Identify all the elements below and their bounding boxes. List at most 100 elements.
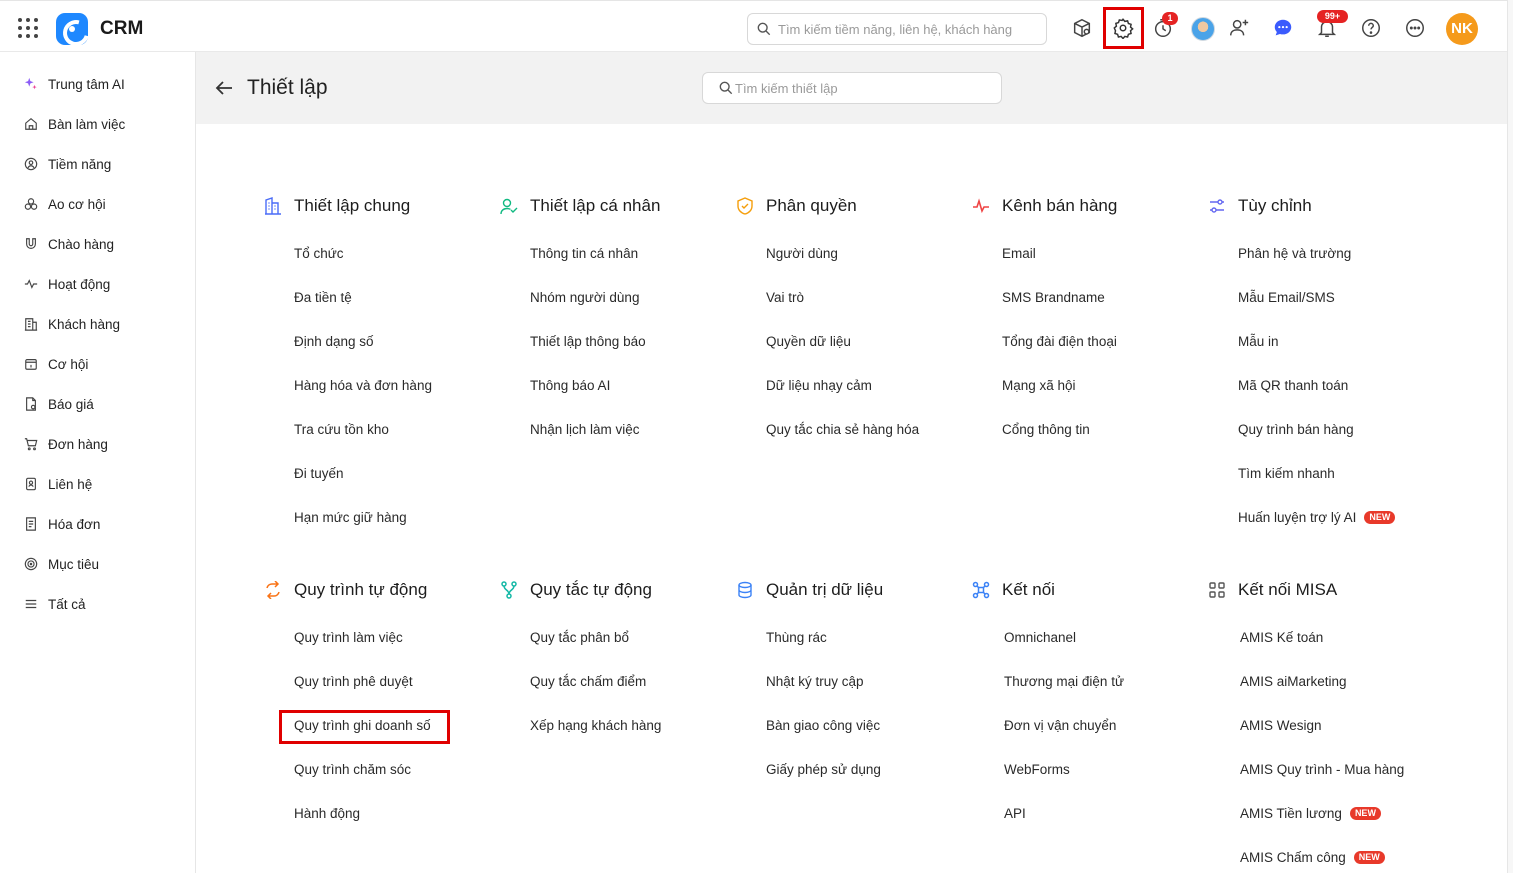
back-arrow-icon[interactable] bbox=[214, 78, 234, 98]
package-icon[interactable] bbox=[1071, 17, 1093, 39]
setting-link-notification-settings[interactable]: Thiết lập thông báo bbox=[530, 332, 646, 352]
sidebar-item-orders[interactable]: Đơn hàng bbox=[24, 432, 184, 456]
menu-icon bbox=[24, 597, 38, 611]
setting-link-ai-assistant-training[interactable]: Huấn luyện trợ lý AI NEW bbox=[1238, 508, 1396, 528]
setting-link-sensitive-data[interactable]: Dữ liệu nhạy cảm bbox=[766, 376, 872, 396]
sidebar-item-goals[interactable]: Mục tiêu bbox=[24, 552, 184, 576]
setting-link-routes[interactable]: Đi tuyến bbox=[294, 464, 344, 484]
sidebar-item-label: Đơn hàng bbox=[48, 436, 108, 452]
setting-link-sms-brandname[interactable]: SMS Brandname bbox=[1002, 288, 1105, 308]
lead-icon bbox=[24, 157, 38, 171]
setting-link-amis-aimarketing[interactable]: AMIS aiMarketing bbox=[1240, 672, 1347, 692]
section-customization: Tùy chỉnh Phân hệ và trường Mẫu Email/SM… bbox=[1208, 194, 1438, 534]
setting-link-product-sharing-rules[interactable]: Quy tắc chia sẻ hàng hóa bbox=[766, 420, 919, 440]
setting-link-amis-payroll[interactable]: AMIS Tiền lương NEW bbox=[1240, 804, 1381, 824]
new-badge: NEW bbox=[1349, 807, 1381, 820]
sidebar-item-label: Báo giá bbox=[48, 396, 94, 412]
setting-link-stock-hold-limit[interactable]: Hạn mức giữ hàng bbox=[294, 508, 407, 528]
setting-link-work-handover[interactable]: Bàn giao công việc bbox=[766, 716, 880, 736]
top-bar: CRM 1 99+ NK bbox=[0, 0, 1507, 52]
add-user-icon[interactable] bbox=[1228, 17, 1250, 39]
sidebar-item-opportunities[interactable]: Cơ hội bbox=[24, 352, 184, 376]
repeat-icon bbox=[264, 581, 282, 599]
setting-link-access-log[interactable]: Nhật ký truy cập bbox=[766, 672, 864, 692]
setting-link-amis-process-purchasing[interactable]: AMIS Quy trình - Mua hàng bbox=[1240, 760, 1404, 780]
setting-link-shipping-carriers[interactable]: Đơn vị vận chuyển bbox=[1004, 716, 1116, 736]
crm-logo[interactable] bbox=[56, 13, 88, 45]
setting-link-multi-currency[interactable]: Đa tiền tệ bbox=[294, 288, 352, 308]
sidebar-item-ai-center[interactable]: Trung tâm AI bbox=[24, 72, 184, 96]
sidebar-item-workspace[interactable]: Bàn làm việc bbox=[24, 112, 184, 136]
setting-link-label: Huấn luyện trợ lý AI bbox=[1238, 510, 1357, 525]
sidebar-item-leads[interactable]: Tiềm năng bbox=[24, 152, 184, 176]
profile-photo-avatar[interactable] bbox=[1191, 17, 1215, 41]
setting-link-care-process[interactable]: Quy trình chăm sóc bbox=[294, 760, 411, 780]
sidebar-item-campaigns[interactable]: Chào hàng bbox=[24, 232, 184, 256]
setting-link-api[interactable]: API bbox=[1004, 804, 1026, 824]
sidebar-item-activities[interactable]: Hoạt động bbox=[24, 272, 184, 296]
grid-icon bbox=[1208, 581, 1226, 599]
setting-link-amis-wesign[interactable]: AMIS Wesign bbox=[1240, 716, 1322, 736]
sidebar-item-label: Khách hàng bbox=[48, 316, 121, 332]
setting-link-number-format[interactable]: Định dạng số bbox=[294, 332, 374, 352]
settings-search[interactable] bbox=[702, 72, 1002, 104]
setting-link-sales-process[interactable]: Quy trình bán hàng bbox=[1238, 420, 1354, 440]
sidebar-item-opportunity-pool[interactable]: Ao cơ hội bbox=[24, 192, 184, 216]
apps-grid-icon[interactable] bbox=[18, 18, 38, 38]
setting-link-roles[interactable]: Vai trò bbox=[766, 288, 804, 308]
global-search-input[interactable] bbox=[748, 14, 1046, 44]
section-title: Kết nối MISA bbox=[1238, 580, 1338, 599]
section-personal-settings: Thiết lập cá nhân Thông tin cá nhân Nhóm… bbox=[500, 194, 730, 454]
setting-link-work-process[interactable]: Quy trình làm việc bbox=[294, 628, 403, 648]
setting-link-quick-search[interactable]: Tìm kiếm nhanh bbox=[1238, 464, 1335, 484]
user-avatar[interactable]: NK bbox=[1446, 13, 1478, 45]
pool-icon bbox=[24, 197, 38, 211]
setting-link-licenses[interactable]: Giấy phép sử dụng bbox=[766, 760, 881, 780]
new-badge: NEW bbox=[1364, 511, 1396, 524]
setting-link-label: AMIS Tiền lương bbox=[1240, 806, 1342, 821]
page-scrollbar[interactable] bbox=[1507, 0, 1513, 873]
sidebar-item-contacts[interactable]: Liên hệ bbox=[24, 472, 184, 496]
sidebar-item-invoices[interactable]: Hóa đơn bbox=[24, 512, 184, 536]
setting-link-work-calendar[interactable]: Nhận lịch làm việc bbox=[530, 420, 640, 440]
setting-link-modules-fields[interactable]: Phân hệ và trường bbox=[1238, 244, 1351, 264]
setting-link-email-sms-templates[interactable]: Mẫu Email/SMS bbox=[1238, 288, 1335, 308]
settings-search-input[interactable] bbox=[703, 73, 1001, 103]
sidebar-item-quotes[interactable]: Báo giá bbox=[24, 392, 184, 416]
more-icon[interactable] bbox=[1404, 17, 1426, 39]
setting-link-actions[interactable]: Hành động bbox=[294, 804, 360, 824]
setting-link-portal[interactable]: Cổng thông tin bbox=[1002, 420, 1090, 440]
help-icon[interactable] bbox=[1360, 17, 1382, 39]
setting-link-print-templates[interactable]: Mẫu in bbox=[1238, 332, 1279, 352]
setting-link-inventory-lookup[interactable]: Tra cứu tồn kho bbox=[294, 420, 389, 440]
setting-link-users[interactable]: Người dùng bbox=[766, 244, 838, 264]
section-automation-rules: Quy tắc tự động Quy tắc phân bổ Quy tắc … bbox=[500, 578, 730, 748]
setting-link-organization[interactable]: Tổ chức bbox=[294, 244, 344, 264]
setting-link-recycle-bin[interactable]: Thùng rác bbox=[766, 628, 827, 648]
setting-link-personal-info[interactable]: Thông tin cá nhân bbox=[530, 244, 638, 264]
setting-link-omnichannel[interactable]: Omnichanel bbox=[1004, 628, 1076, 648]
setting-link-amis-accounting[interactable]: AMIS Kế toán bbox=[1240, 628, 1323, 648]
setting-link-products-orders[interactable]: Hàng hóa và đơn hàng bbox=[294, 376, 432, 396]
setting-link-payment-qr[interactable]: Mã QR thanh toán bbox=[1238, 376, 1348, 396]
global-search[interactable] bbox=[747, 13, 1047, 45]
setting-link-data-permissions[interactable]: Quyền dữ liệu bbox=[766, 332, 851, 352]
setting-link-allocation-rules[interactable]: Quy tắc phân bổ bbox=[530, 628, 629, 648]
section-title: Quy trình tự động bbox=[294, 580, 428, 599]
sidebar-item-label: Bàn làm việc bbox=[48, 116, 126, 132]
setting-link-call-center[interactable]: Tổng đài điện thoại bbox=[1002, 332, 1117, 352]
setting-link-amis-timekeeping[interactable]: AMIS Chấm công NEW bbox=[1240, 848, 1385, 868]
setting-link-scoring-rules[interactable]: Quy tắc chấm điểm bbox=[530, 672, 646, 692]
setting-link-approval-process[interactable]: Quy trình phê duyệt bbox=[294, 672, 413, 692]
chat-icon[interactable] bbox=[1272, 17, 1294, 39]
section-title: Thiết lập cá nhân bbox=[530, 196, 661, 215]
setting-link-user-groups[interactable]: Nhóm người dùng bbox=[530, 288, 639, 308]
setting-link-email[interactable]: Email bbox=[1002, 244, 1036, 264]
setting-link-webforms[interactable]: WebForms bbox=[1004, 760, 1070, 780]
sidebar-item-customers[interactable]: Khách hàng bbox=[24, 312, 184, 336]
setting-link-customer-ranking[interactable]: Xếp hạng khách hàng bbox=[530, 716, 661, 736]
setting-link-ecommerce[interactable]: Thương mại điện tử bbox=[1004, 672, 1124, 692]
sidebar-item-all[interactable]: Tất cả bbox=[24, 592, 184, 616]
setting-link-ai-notifications[interactable]: Thông báo AI bbox=[530, 376, 610, 396]
setting-link-social-networks[interactable]: Mạng xã hội bbox=[1002, 376, 1076, 396]
